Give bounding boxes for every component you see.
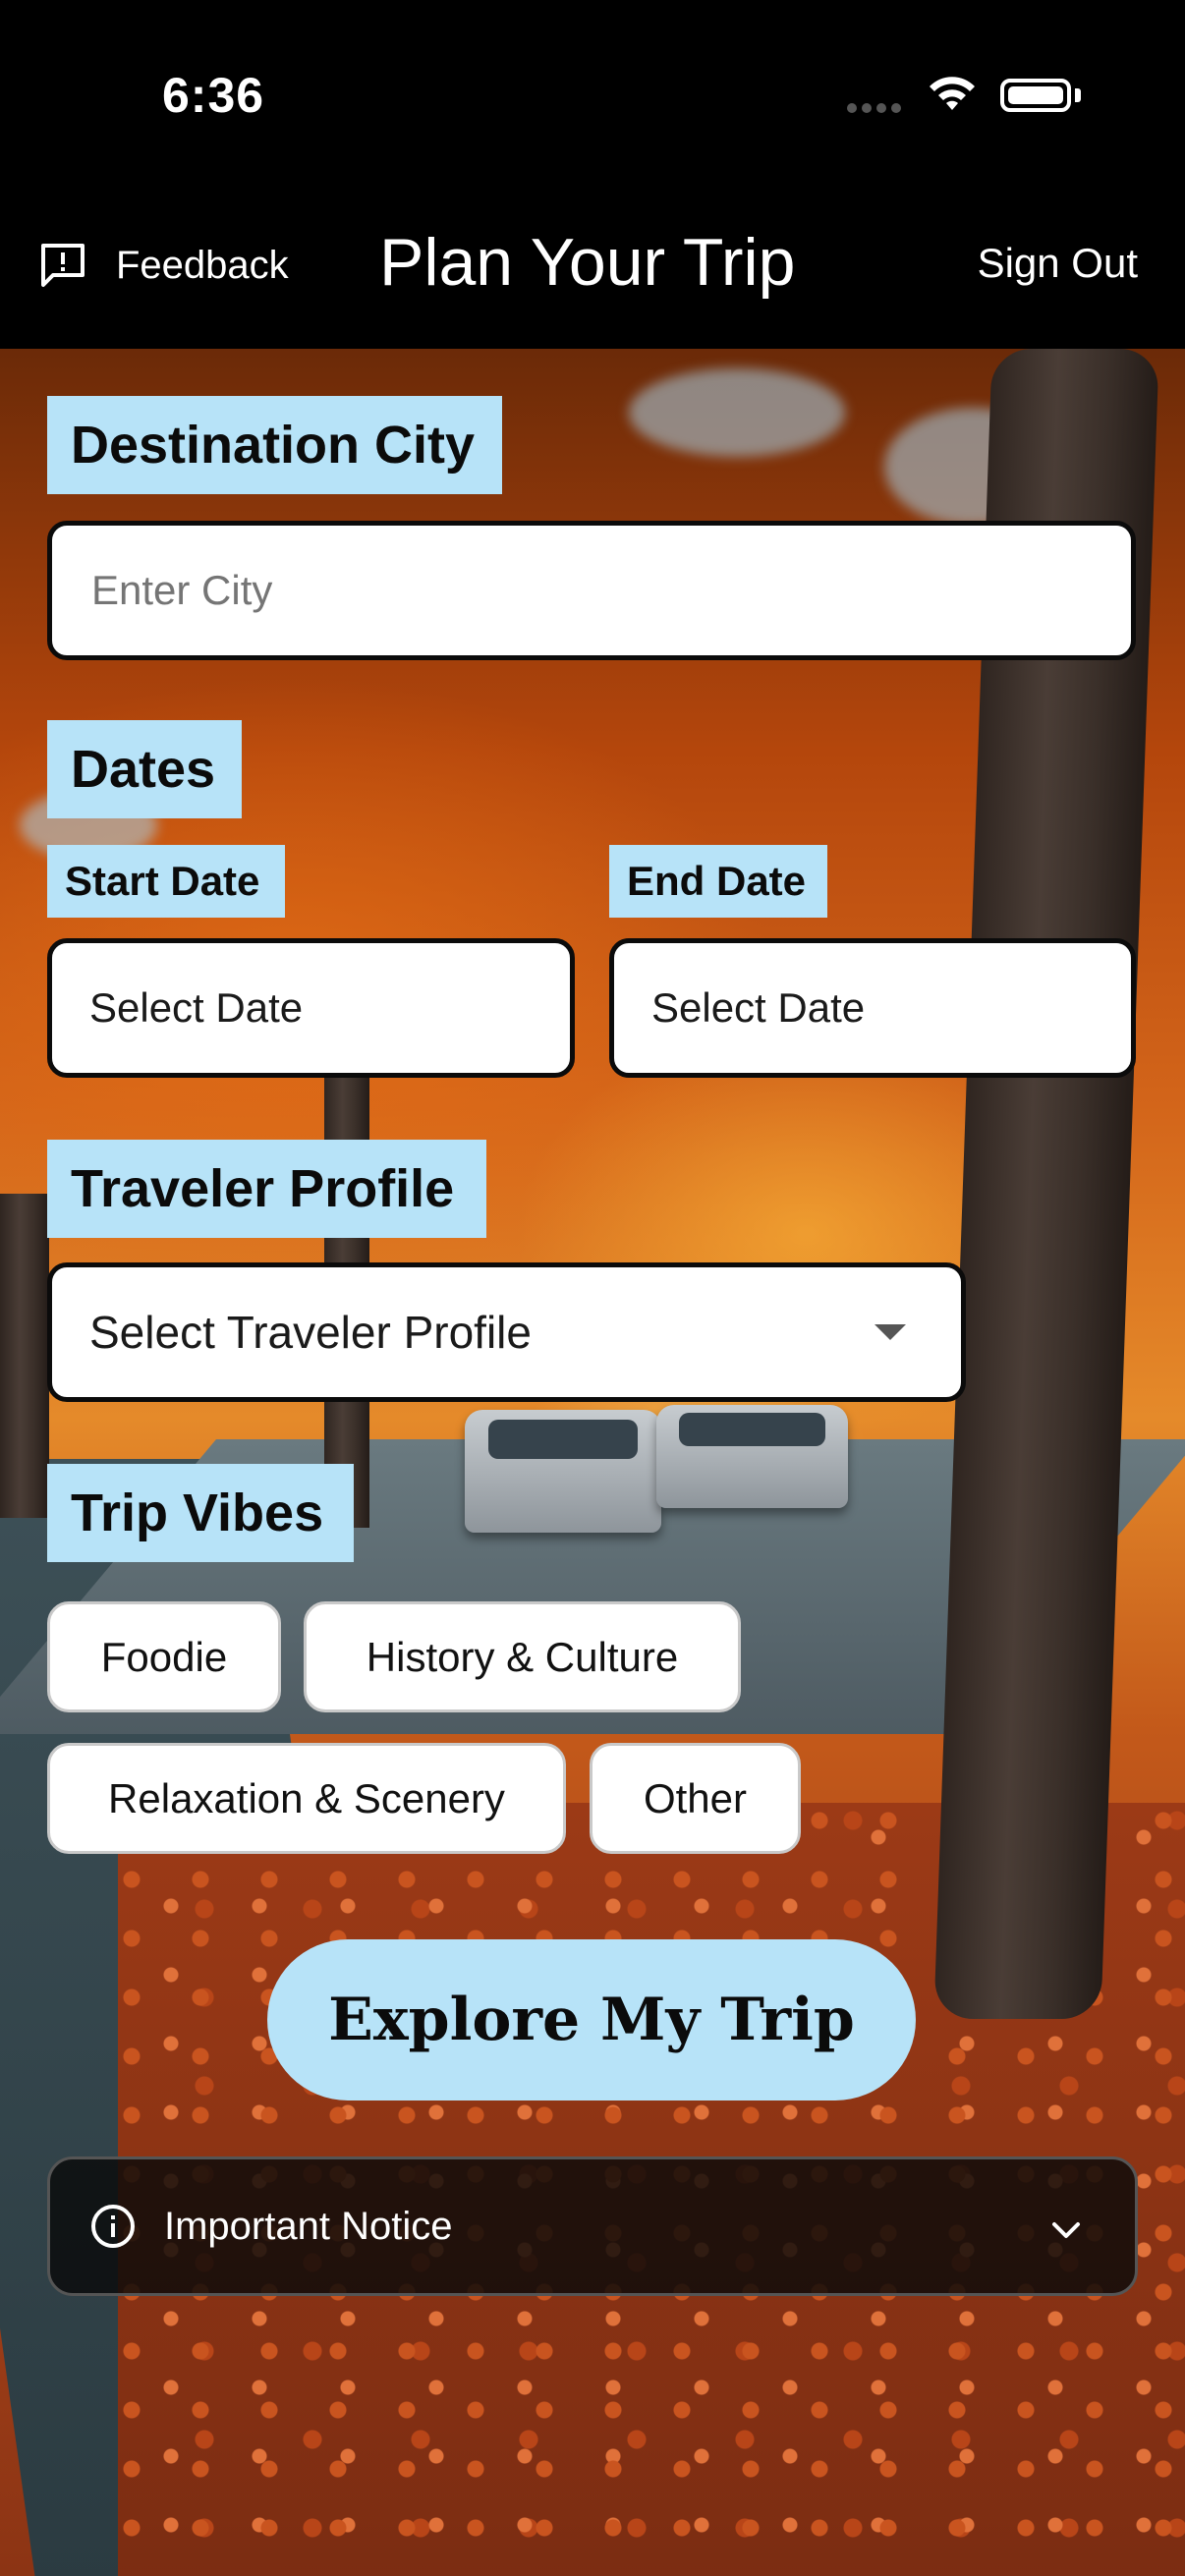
city-input[interactable] <box>89 566 1131 615</box>
car <box>656 1405 848 1508</box>
start-date-label: Start Date <box>47 845 285 918</box>
traveler-profile-label: Traveler Profile <box>47 1140 486 1238</box>
sky-patch <box>629 368 845 457</box>
car <box>465 1410 661 1533</box>
feedback-label: Feedback <box>116 243 289 287</box>
end-date-picker[interactable]: Select Date <box>609 938 1136 1078</box>
cellular-signal-icon <box>847 100 908 113</box>
vibe-chip-other[interactable]: Other <box>590 1743 801 1854</box>
top-header: Feedback Plan Your Trip Sign Out <box>0 196 1185 349</box>
caret-down-icon <box>875 1324 906 1340</box>
city-input-field[interactable] <box>47 521 1136 660</box>
important-notice-label: Important Notice <box>164 2204 453 2248</box>
dates-label: Dates <box>47 720 242 818</box>
explore-my-trip-button[interactable]: Explore My Trip <box>267 1939 916 2100</box>
start-date-picker[interactable]: Select Date <box>47 938 575 1078</box>
traveler-profile-selected: Select Traveler Profile <box>89 1307 532 1358</box>
end-date-value: Select Date <box>651 984 866 1031</box>
battery-icon <box>1000 79 1071 112</box>
info-icon <box>91 2205 135 2248</box>
destination-city-label: Destination City <box>47 396 502 494</box>
feedback-button[interactable]: Feedback <box>37 236 289 295</box>
tree-trunk <box>0 1194 49 1518</box>
start-date-value: Select Date <box>89 984 304 1031</box>
wifi-icon <box>930 77 975 110</box>
chevron-down-icon[interactable] <box>1048 2212 1084 2248</box>
status-time: 6:36 <box>162 68 265 123</box>
vibe-chip-history-culture[interactable]: History & Culture <box>304 1601 741 1712</box>
page-title: Plan Your Trip <box>379 225 796 300</box>
sign-out-button[interactable]: Sign Out <box>978 240 1138 287</box>
trip-vibes-label: Trip Vibes <box>47 1464 354 1562</box>
vibe-chip-foodie[interactable]: Foodie <box>47 1601 281 1712</box>
feedback-icon <box>41 244 85 287</box>
battery-tip <box>1075 88 1081 102</box>
important-notice-accordion[interactable]: Important Notice <box>47 2156 1138 2296</box>
end-date-label: End Date <box>609 845 827 918</box>
vibe-chip-relaxation-scenery[interactable]: Relaxation & Scenery <box>47 1743 566 1854</box>
status-bar: 6:36 <box>0 0 1185 196</box>
traveler-profile-dropdown[interactable]: Select Traveler Profile <box>47 1262 966 1402</box>
